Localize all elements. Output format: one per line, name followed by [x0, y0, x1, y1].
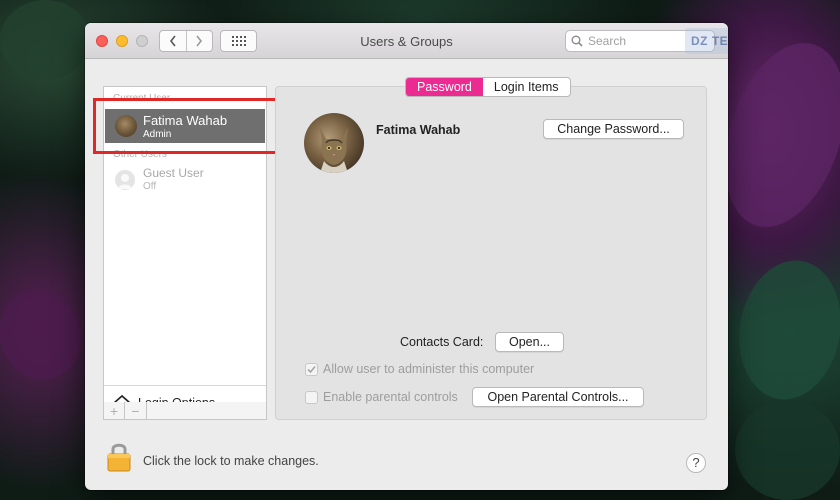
change-password-button[interactable]: Change Password... — [543, 119, 684, 139]
tab-bar: Password Login Items — [405, 77, 571, 97]
wallpaper-leaf — [0, 0, 90, 80]
allow-admin-row: Allow user to administer this computer — [305, 362, 534, 376]
lock-icon — [107, 443, 131, 472]
add-user-button[interactable]: + — [103, 402, 125, 420]
watermark-logo: DZ TECH — [685, 28, 728, 54]
cat-photo-icon — [320, 127, 348, 173]
checkmark-icon — [307, 365, 316, 373]
open-parental-controls-button[interactable]: Open Parental Controls... — [472, 387, 644, 407]
add-remove-bar-filler — [147, 402, 267, 420]
allow-admin-checkbox[interactable] — [305, 362, 318, 376]
tab-login-items[interactable]: Login Items — [483, 78, 570, 96]
help-button[interactable]: ? — [686, 453, 706, 473]
wallpaper-leaf — [728, 252, 840, 408]
users-groups-window: Users & Groups Search DZ TECH Current Us… — [85, 23, 728, 490]
wallpaper-leaf — [735, 400, 840, 500]
lock-message: Click the lock to make changes. — [143, 454, 319, 468]
parental-controls-row: Enable parental controls — [305, 390, 458, 404]
contacts-card-label: Contacts Card: — [400, 335, 484, 349]
wallpaper-leaf — [0, 279, 93, 391]
remove-user-button[interactable]: − — [125, 402, 147, 420]
title-bar: Users & Groups Search DZ TECH — [85, 23, 728, 59]
add-remove-bar: + − — [103, 402, 267, 420]
parental-controls-label: Enable parental controls — [323, 390, 458, 404]
tab-password[interactable]: Password — [406, 78, 483, 96]
annotation-highlight-box — [93, 98, 281, 154]
guest-avatar-icon — [115, 170, 135, 190]
user-picture[interactable] — [304, 113, 364, 173]
sidebar-item-guest-user[interactable]: Guest User Off — [105, 164, 265, 198]
search-icon — [571, 35, 583, 47]
user-full-name: Fatima Wahab — [376, 123, 461, 137]
guest-user-status: Off — [143, 181, 157, 192]
guest-user-name: Guest User — [143, 166, 204, 180]
parental-controls-checkbox[interactable] — [305, 390, 318, 404]
allow-admin-label: Allow user to administer this computer — [323, 362, 535, 376]
contacts-open-button[interactable]: Open... — [495, 332, 564, 352]
lock-button[interactable] — [103, 439, 135, 473]
search-placeholder: Search — [588, 34, 627, 48]
